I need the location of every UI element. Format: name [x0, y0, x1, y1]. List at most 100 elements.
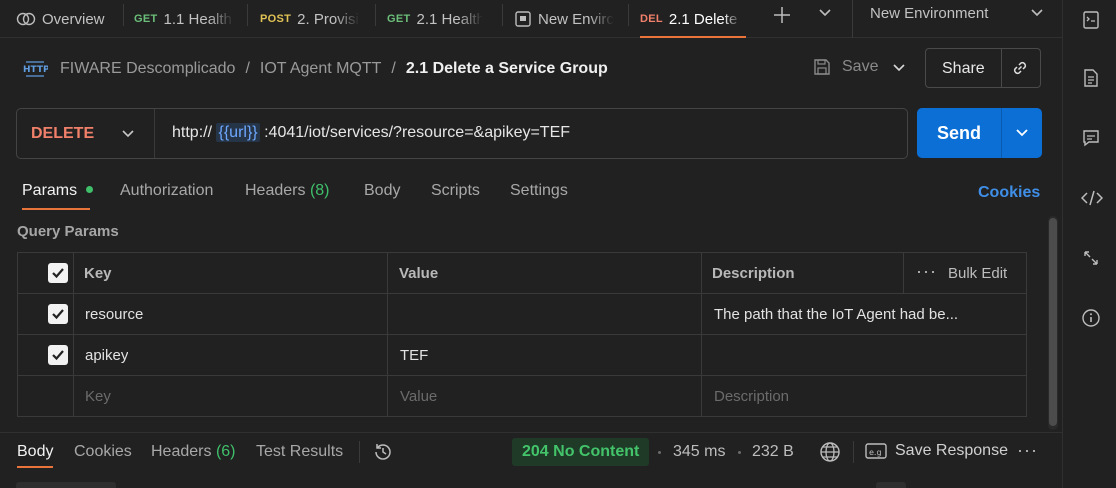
response-size[interactable]: 232 B: [752, 443, 794, 461]
headers-count: (6): [215, 443, 236, 460]
tab-active-request[interactable]: DEL 2.1 Delete a: [640, 0, 746, 38]
response-tab-test-results[interactable]: Test Results: [256, 443, 343, 461]
save-response-button[interactable]: e.g Save Response: [865, 442, 1008, 460]
separator-dot: [738, 451, 741, 454]
tab-request[interactable]: POST 2. Provisi: [260, 0, 360, 38]
environment-dropdown-button[interactable]: [1030, 8, 1044, 18]
svg-text:HTTP: HTTP: [23, 65, 48, 75]
comments-icon[interactable]: [1081, 128, 1101, 148]
code-icon[interactable]: [1081, 188, 1103, 208]
tabs-dropdown-button[interactable]: [818, 8, 832, 18]
documentation-icon[interactable]: [1081, 10, 1101, 30]
param-description-cell[interactable]: The path that the IoT Agent had be...: [714, 306, 1014, 323]
query-params-table: Key Value Description ··· Bulk Edit reso…: [17, 252, 1027, 417]
tab-environment[interactable]: New Envirc: [514, 0, 614, 38]
method-badge: GET: [134, 13, 158, 25]
http-icon: HTTP: [22, 59, 48, 79]
select-all-checkbox[interactable]: [48, 263, 68, 283]
page-title[interactable]: 2.1 Delete a Service Group: [406, 60, 608, 78]
bulk-edit-button[interactable]: Bulk Edit: [948, 265, 1007, 282]
overview-icon: [16, 12, 36, 26]
share-button[interactable]: Share: [942, 60, 985, 78]
tab-label: Body: [17, 443, 54, 460]
tab-label: 1.1 Health C: [163, 10, 234, 28]
history-icon: [375, 444, 391, 460]
right-sidebar: [1062, 0, 1116, 488]
save-button[interactable]: Save: [812, 57, 878, 77]
send-options-button[interactable]: [1002, 108, 1042, 158]
divider: [73, 253, 74, 416]
tab-headers[interactable]: Headers (8): [245, 182, 330, 200]
plus-icon: [774, 7, 790, 23]
tab-request[interactable]: GET 2.1 Health C: [387, 0, 483, 38]
share-group: Share: [925, 48, 1041, 88]
param-key-cell[interactable]: apikey: [85, 347, 128, 364]
new-value-input[interactable]: Value: [400, 388, 437, 405]
response-time[interactable]: 345 ms: [673, 443, 725, 461]
breadcrumb: HTTP FIWARE Descomplicado / IOT Agent MQ…: [22, 56, 608, 82]
network-info-button[interactable]: [819, 441, 841, 463]
history-button[interactable]: [372, 441, 394, 463]
more-options-icon[interactable]: ···: [1017, 440, 1038, 461]
send-button[interactable]: Send: [917, 108, 1001, 158]
tab-label: Body: [364, 182, 401, 199]
breadcrumb-workspace[interactable]: FIWARE Descomplicado: [60, 60, 235, 78]
tab-divider: [502, 4, 503, 26]
status-badge[interactable]: 204 No Content: [512, 438, 650, 466]
separator-dot: [658, 451, 661, 454]
divider: [18, 293, 1026, 294]
info-icon[interactable]: [1081, 308, 1101, 328]
save-options-button[interactable]: [884, 50, 914, 86]
tab-label: Authorization: [120, 182, 214, 199]
column-header-value: Value: [399, 265, 439, 282]
chevron-down-icon: [819, 9, 831, 17]
headers-count: (8): [309, 182, 330, 199]
param-value-cell[interactable]: TEF: [400, 347, 428, 364]
url-variable[interactable]: {{url}}: [216, 123, 260, 142]
svg-text:e.g: e.g: [869, 448, 882, 457]
environment-selector[interactable]: New Environment: [870, 5, 988, 22]
cookies-link[interactable]: Cookies: [978, 184, 1040, 202]
response-tab-cookies[interactable]: Cookies: [74, 443, 132, 461]
tab-request[interactable]: GET 1.1 Health C: [134, 0, 234, 38]
row-checkbox[interactable]: [48, 345, 68, 365]
response-body-toolbar: [876, 482, 906, 488]
save-response-label: Save Response: [895, 442, 1008, 459]
checkmark-icon: [52, 350, 64, 361]
tab-authorization[interactable]: Authorization: [120, 182, 213, 200]
url-input[interactable]: http:// {{url}} :4041/iot/services/?reso…: [172, 123, 570, 142]
tab-divider: [247, 4, 248, 26]
breadcrumb-separator: /: [245, 60, 250, 77]
breadcrumb-folder[interactable]: IOT Agent MQTT: [260, 60, 382, 78]
related-collections-icon[interactable]: [1081, 248, 1101, 268]
tab-label: Scripts: [431, 182, 480, 199]
response-tab-body[interactable]: Body: [17, 443, 53, 461]
tab-body[interactable]: Body: [364, 182, 400, 200]
divider: [701, 253, 702, 416]
param-key-cell[interactable]: resource: [85, 306, 143, 323]
method-badge: GET: [387, 13, 411, 25]
send-group: Send: [917, 108, 1042, 158]
tab-scripts[interactable]: Scripts: [431, 182, 480, 200]
divider: [903, 253, 904, 293]
active-tab-indicator: [22, 208, 90, 210]
info-doc-icon[interactable]: [1081, 68, 1101, 88]
tab-label: 2.1 Health C: [416, 10, 483, 28]
breadcrumb-separator: /: [391, 60, 396, 77]
copy-link-button[interactable]: [1010, 58, 1030, 78]
method-selector[interactable]: DELETE: [17, 109, 155, 158]
new-tab-button[interactable]: [772, 5, 792, 25]
divider: [18, 375, 1026, 376]
row-checkbox[interactable]: [48, 304, 68, 324]
more-options-icon[interactable]: ···: [916, 261, 937, 282]
response-tab-headers[interactable]: Headers (6): [151, 443, 236, 461]
tab-label: Headers: [245, 182, 306, 199]
scrollbar-thumb[interactable]: [1049, 218, 1057, 426]
divider: [0, 432, 1062, 433]
new-description-input[interactable]: Description: [714, 388, 789, 405]
link-icon: [1013, 61, 1027, 75]
new-key-input[interactable]: Key: [85, 388, 111, 405]
tab-settings[interactable]: Settings: [510, 182, 568, 200]
tab-params[interactable]: Params: [22, 182, 93, 200]
tab-overview[interactable]: Overview: [16, 0, 112, 38]
